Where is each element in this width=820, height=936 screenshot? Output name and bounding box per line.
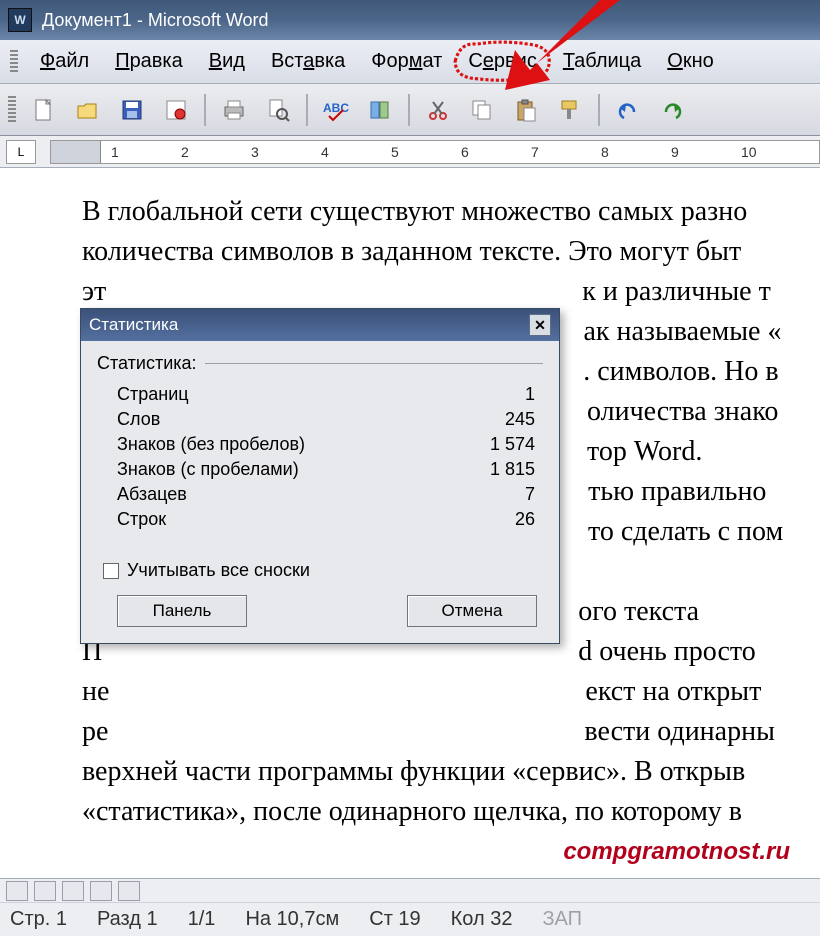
doc-line: верхней части программы функции «сервис»… (82, 752, 814, 792)
stat-row: Абзацев7 (97, 482, 543, 507)
print-preview-button[interactable] (260, 92, 296, 128)
group-label: Статистика: (97, 353, 197, 374)
menu-file[interactable]: ФФайлайл (30, 46, 99, 77)
menu-table[interactable]: ТаблицаТаблица (553, 46, 651, 77)
ruler-tick: 10 (741, 144, 757, 160)
toolbar-separator (306, 94, 308, 126)
ruler-tick: 3 (251, 144, 259, 160)
doc-line: эт к и различные т (82, 272, 814, 312)
window-title: Документ1 - Microsoft Word (42, 10, 269, 31)
svg-text:ABC: ABC (323, 101, 349, 115)
stat-row: Слов245 (97, 407, 543, 432)
watermark-text: compgramotnost.ru (563, 838, 790, 866)
highlight-scribble-icon (450, 40, 554, 82)
stat-row: Знаков (с пробелами)1 815 (97, 457, 543, 482)
ruler-row: L 1 2 3 4 5 6 7 8 9 10 (0, 136, 820, 168)
toolbar-separator (598, 94, 600, 126)
close-button[interactable]: ✕ (529, 314, 551, 336)
status-page: Стр. 1 (10, 908, 67, 931)
ruler-tick: 5 (391, 144, 399, 160)
menu-format[interactable]: ФорматФормат (361, 46, 452, 77)
doc-line: В глобальной сети существуют множество с… (82, 192, 814, 232)
new-doc-button[interactable] (26, 92, 62, 128)
dialog-title-text: Статистика (89, 315, 178, 335)
statistics-dialog: Статистика ✕ Статистика: Страниц1 Слов24… (80, 308, 560, 644)
ruler-tick: 6 (461, 144, 469, 160)
research-button[interactable] (362, 92, 398, 128)
stat-row: Знаков (без пробелов)1 574 (97, 432, 543, 457)
status-at: На 10,7см (245, 908, 339, 931)
menu-tools[interactable]: СервисСервис (458, 46, 547, 77)
ruler-tick: 9 (671, 144, 679, 160)
status-pages: 1/1 (188, 908, 216, 931)
standard-toolbar: ABC (0, 84, 820, 136)
word-app-icon: W (8, 8, 32, 32)
include-footnotes-checkbox[interactable] (103, 563, 119, 579)
reading-view-button[interactable] (118, 881, 140, 901)
panel-button[interactable]: Панель (117, 595, 247, 627)
doc-line: ре вести одинарны (82, 712, 814, 752)
ruler-tick: 8 (601, 144, 609, 160)
status-col: Кол 32 (451, 908, 513, 931)
print-button[interactable] (216, 92, 252, 128)
toolbar-separator (408, 94, 410, 126)
ruler-tick: 1 (111, 144, 119, 160)
menu-view[interactable]: ВидВид (199, 46, 255, 77)
ruler-tick: 4 (321, 144, 329, 160)
status-line: Ст 19 (369, 908, 420, 931)
ruler-tick: 2 (181, 144, 189, 160)
ruler-margin (51, 141, 101, 163)
close-icon: ✕ (534, 317, 546, 334)
horizontal-ruler[interactable]: 1 2 3 4 5 6 7 8 9 10 (50, 140, 820, 164)
checkbox-label: Учитывать все сноски (127, 560, 310, 581)
spelling-button[interactable]: ABC (318, 92, 354, 128)
cut-button[interactable] (420, 92, 456, 128)
status-rec: ЗАП (542, 908, 582, 931)
stat-row: Строк26 (97, 507, 543, 532)
stat-row: Страниц1 (97, 382, 543, 407)
status-section: Разд 1 (97, 908, 158, 931)
ruler-tick: 7 (531, 144, 539, 160)
redo-button[interactable] (654, 92, 690, 128)
format-painter-button[interactable] (552, 92, 588, 128)
menu-bar: ФФайлайл ПравкаПравка ВидВид ВставкаВста… (0, 40, 820, 84)
web-view-button[interactable] (34, 881, 56, 901)
menu-insert[interactable]: ВставкаВставка (261, 46, 355, 77)
paste-button[interactable] (508, 92, 544, 128)
print-layout-view-button[interactable] (62, 881, 84, 901)
copy-button[interactable] (464, 92, 500, 128)
tab-selector[interactable]: L (6, 140, 36, 164)
status-bar: Стр. 1 Разд 1 1/1 На 10,7см Ст 19 Кол 32… (0, 878, 820, 936)
menubar-grip (10, 50, 18, 74)
doc-line: не екст на открыт (82, 672, 814, 712)
menu-edit[interactable]: ПравкаПравка (105, 46, 193, 77)
doc-line: количества символов в заданном тексте. Э… (82, 232, 814, 272)
cancel-button[interactable]: Отмена (407, 595, 537, 627)
save-button[interactable] (114, 92, 150, 128)
dialog-titlebar[interactable]: Статистика ✕ (81, 309, 559, 341)
title-bar: W Документ1 - Microsoft Word (0, 0, 820, 40)
toolbar-grip (8, 96, 16, 124)
group-divider (205, 363, 543, 364)
undo-button[interactable] (610, 92, 646, 128)
outline-view-button[interactable] (90, 881, 112, 901)
normal-view-button[interactable] (6, 881, 28, 901)
toolbar-separator (204, 94, 206, 126)
permissions-button[interactable] (158, 92, 194, 128)
doc-line: «статистика», после одинарного щелчка, п… (82, 792, 814, 832)
menu-window[interactable]: ОкноОкно (657, 46, 723, 77)
open-button[interactable] (70, 92, 106, 128)
